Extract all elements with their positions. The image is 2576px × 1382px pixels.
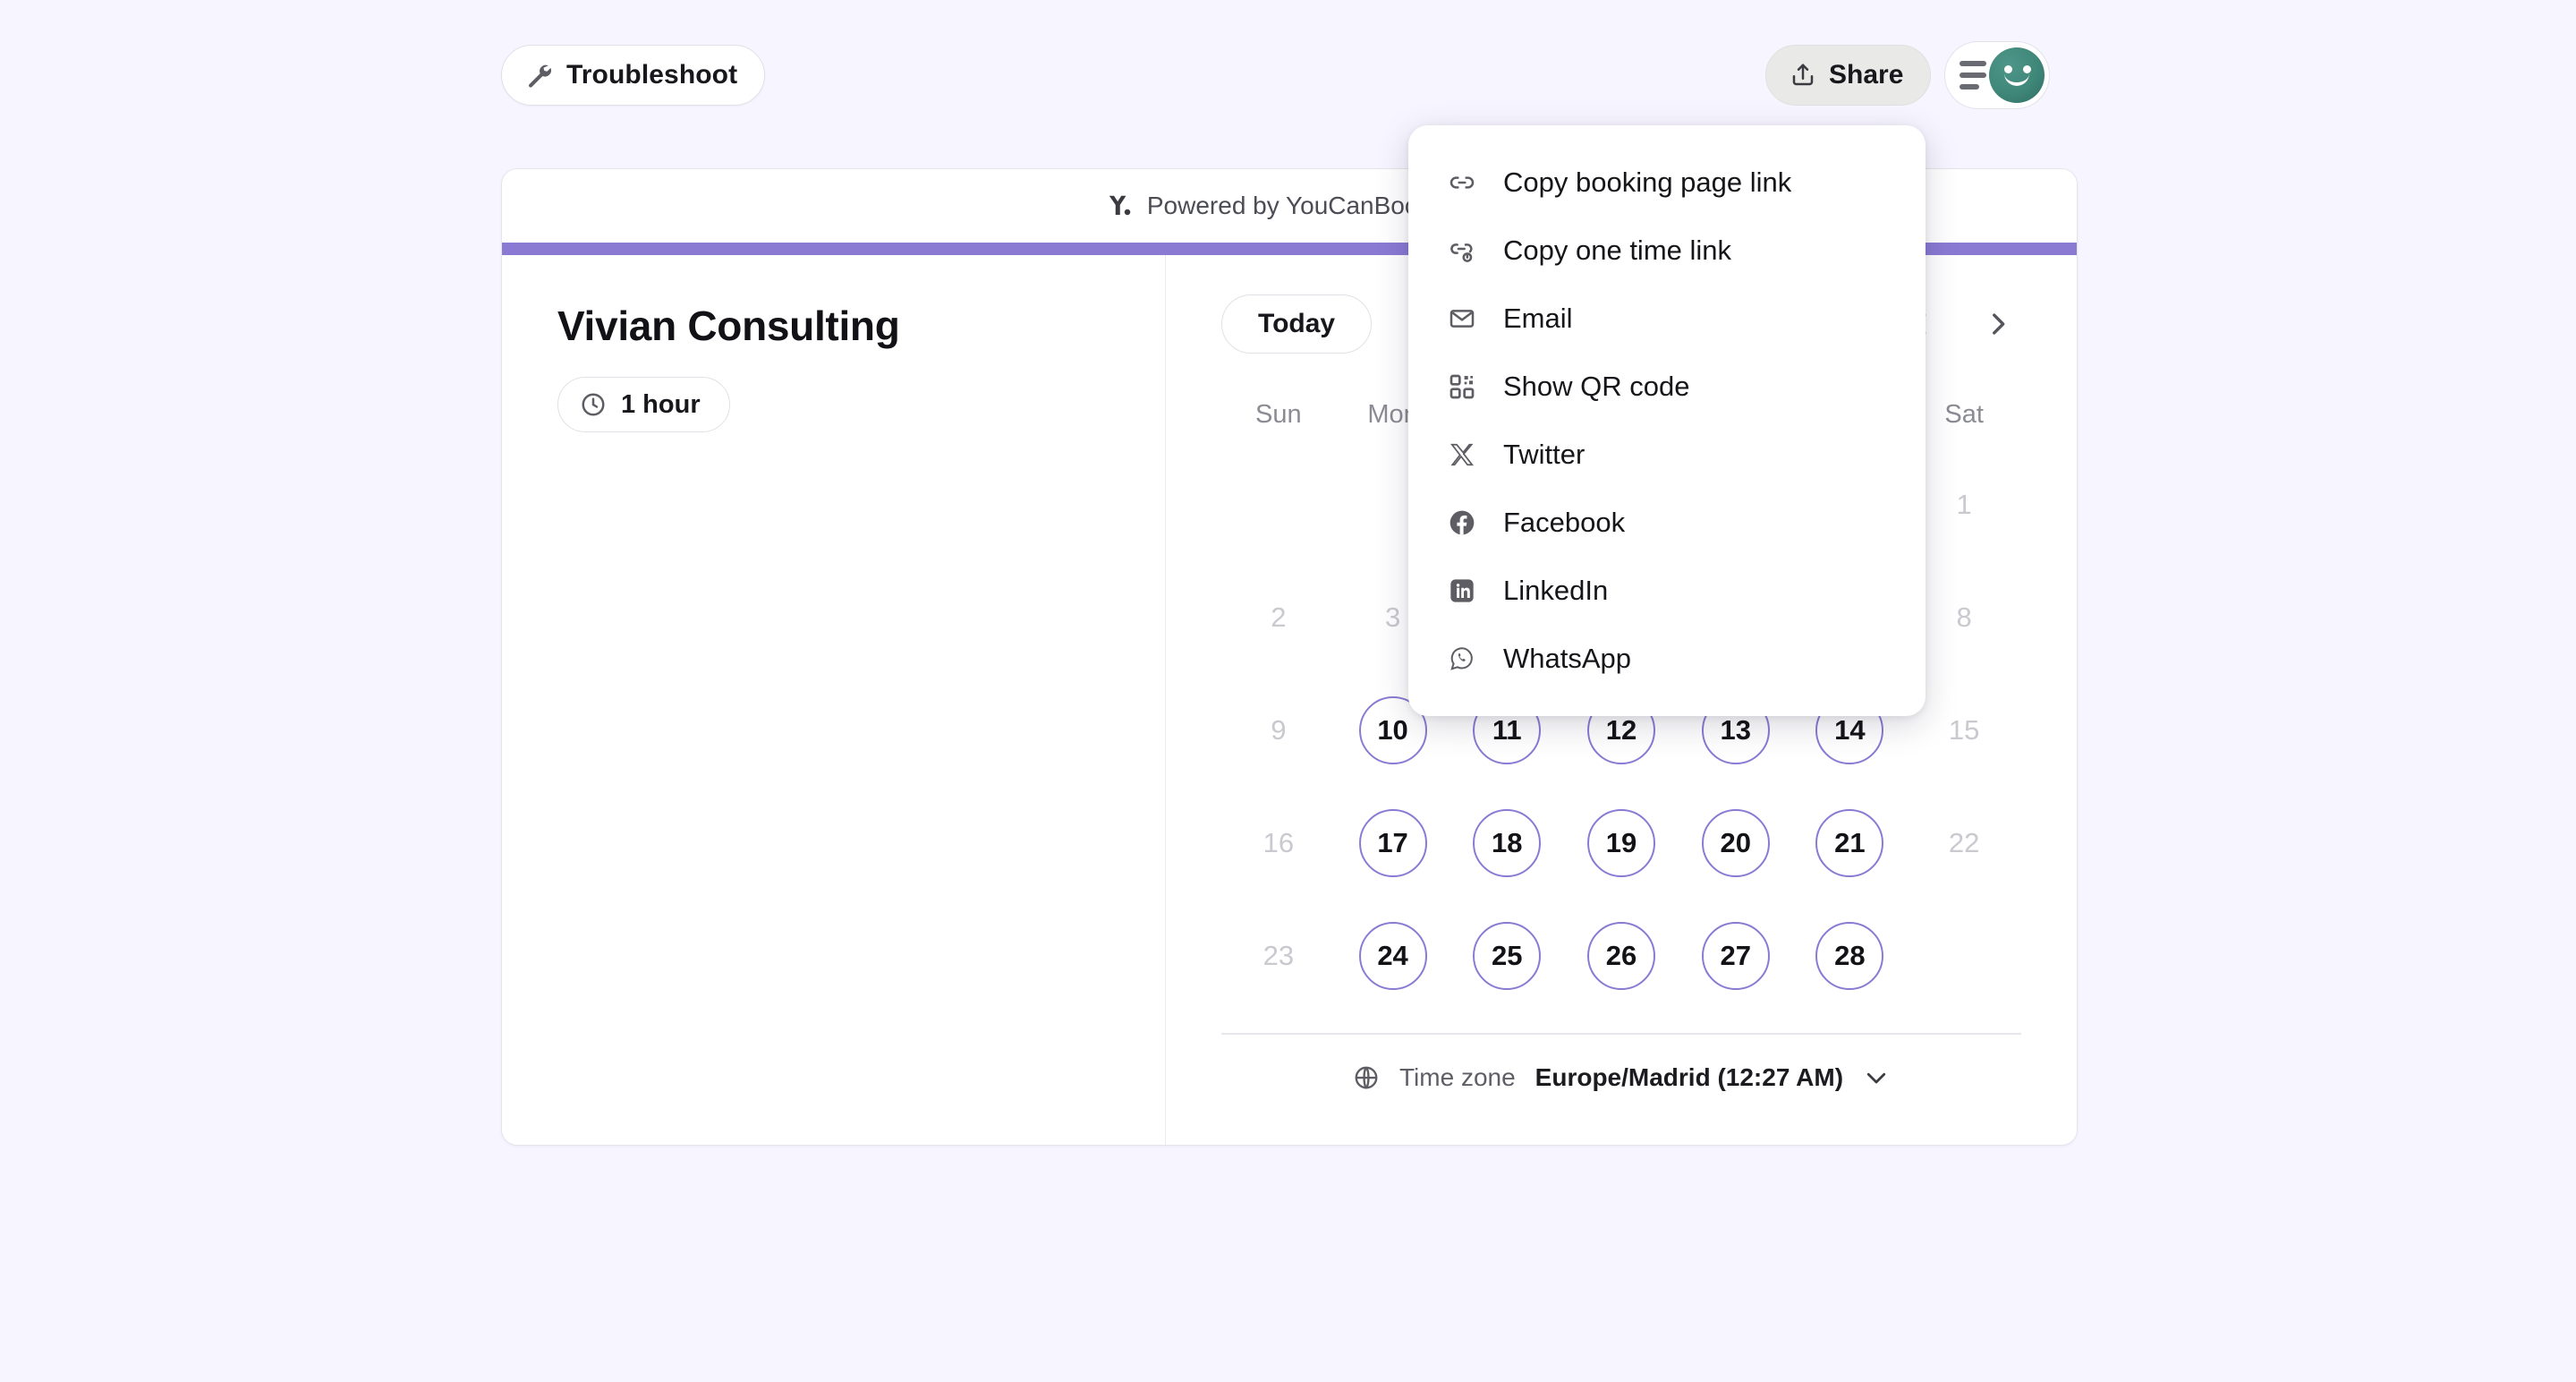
avatar[interactable] [1989,47,2045,103]
link-icon [1446,166,1478,199]
chevron-down-icon [1863,1064,1890,1091]
avatar-mouth [2004,73,2029,86]
calendar-day-available[interactable]: 21 [1793,789,1908,897]
calendar-day-number: 9 [1271,714,1286,746]
calendar-day-number: 22 [1949,827,1979,859]
calendar-day-available[interactable]: 20 [1679,789,1793,897]
calendar-day-number: 23 [1263,940,1294,972]
whatsapp-icon [1446,643,1478,675]
calendar-day-number: 2 [1271,601,1286,634]
share-dropdown-menu: Copy booking page link Copy one time lin… [1408,125,1926,716]
calendar-day-number: 1 [1957,489,1972,521]
calendar-day-number: 17 [1359,809,1427,877]
qr-code-icon [1446,371,1478,403]
weekday-label: Sun [1221,400,1336,430]
globe-icon [1353,1064,1380,1091]
calendar-day-number: 18 [1473,809,1541,877]
menu-item-whatsapp[interactable]: WhatsApp [1408,625,1926,693]
facebook-icon [1446,507,1478,539]
wrench-icon [525,62,552,89]
share-label: Share [1829,60,1903,90]
timezone-label: Time zone [1399,1063,1516,1092]
chevron-right-icon [1983,309,2013,339]
menu-item-copy-booking-page-link[interactable]: Copy booking page link [1408,149,1926,217]
duration-label: 1 hour [621,390,701,420]
calendar-day-available[interactable]: 18 [1450,789,1564,897]
menu-item-facebook[interactable]: Facebook [1408,489,1926,557]
calendar-day-number: 25 [1473,922,1541,990]
timezone-value: Europe/Madrid (12:27 AM) [1535,1063,1843,1092]
youcanbookme-logo [1106,192,1133,219]
menu-item-linkedin[interactable]: LinkedIn [1408,557,1926,625]
avatar-eye-left [2004,65,2012,73]
menu-item-twitter[interactable]: Twitter [1408,421,1926,489]
menu-item-label: LinkedIn [1503,575,1608,607]
calendar-day-unavailable: 9 [1221,677,1336,784]
envelope-icon [1446,303,1478,335]
twitter-x-icon [1446,439,1478,471]
page-title: Vivian Consulting [557,302,1165,350]
hamburger-icon[interactable] [1960,61,1986,90]
calendar-day-unavailable: 2 [1221,564,1336,671]
calendar-day-unavailable: 23 [1221,902,1336,1010]
today-button[interactable]: Today [1221,294,1372,354]
calendar-day-number: 19 [1587,809,1655,877]
booking-page: Troubleshoot Share [0,0,2576,1382]
menu-item-label: Twitter [1503,439,1585,471]
calendar-day-number: 3 [1385,601,1400,634]
calendar-day-blank [1907,902,2021,1010]
menu-item-copy-one-time-link[interactable]: Copy one time link [1408,217,1926,285]
top-bar: Troubleshoot Share [0,0,2576,152]
calendar-day-number: 15 [1949,714,1979,746]
linkedin-icon [1446,575,1478,607]
troubleshoot-label: Troubleshoot [566,60,737,90]
next-month-button[interactable] [1975,301,2021,347]
menu-item-label: Facebook [1503,507,1625,539]
calendar-day-number: 21 [1815,809,1883,877]
calendar-day-available[interactable]: 24 [1336,902,1450,1010]
timezone-select[interactable]: Europe/Madrid (12:27 AM) [1535,1063,1890,1092]
duration-badge: 1 hour [557,377,730,432]
menu-item-label: Show QR code [1503,371,1690,403]
calendar-day-number: 8 [1957,601,1972,634]
menu-item-label: Copy one time link [1503,235,1731,267]
one-time-link-icon [1446,235,1478,267]
calendar-day-available[interactable]: 28 [1793,902,1908,1010]
timezone-row: Time zone Europe/Madrid (12:27 AM) [1221,1035,2021,1121]
calendar-day-number: 28 [1815,922,1883,990]
calendar-day-number: 20 [1702,809,1770,877]
calendar-day-number: 16 [1263,827,1294,859]
calendar-day-available[interactable]: 26 [1564,902,1679,1010]
event-details-pane: Vivian Consulting 1 hour [502,255,1166,1145]
calendar-day-number: 27 [1702,922,1770,990]
calendar-day-available[interactable]: 27 [1679,902,1793,1010]
menu-item-label: WhatsApp [1503,643,1631,675]
share-button[interactable]: Share [1765,45,1931,106]
calendar-day-unavailable: 22 [1907,789,2021,897]
calendar-day-available[interactable]: 17 [1336,789,1450,897]
calendar-day-unavailable: 16 [1221,789,1336,897]
calendar-day-available[interactable]: 25 [1450,902,1564,1010]
avatar-eye-right [2023,65,2031,73]
calendar-day-blank [1221,451,1336,559]
account-menu-button[interactable] [1944,41,2050,109]
menu-item-show-qr-code[interactable]: Show QR code [1408,353,1926,421]
troubleshoot-button[interactable]: Troubleshoot [501,45,765,106]
clock-icon [580,391,607,418]
menu-item-label: Email [1503,303,1573,335]
share-upload-icon [1790,62,1816,89]
calendar-day-number: 26 [1587,922,1655,990]
calendar-day-number: 24 [1359,922,1427,990]
menu-item-label: Copy booking page link [1503,166,1791,199]
menu-item-email[interactable]: Email [1408,285,1926,353]
calendar-day-available[interactable]: 19 [1564,789,1679,897]
